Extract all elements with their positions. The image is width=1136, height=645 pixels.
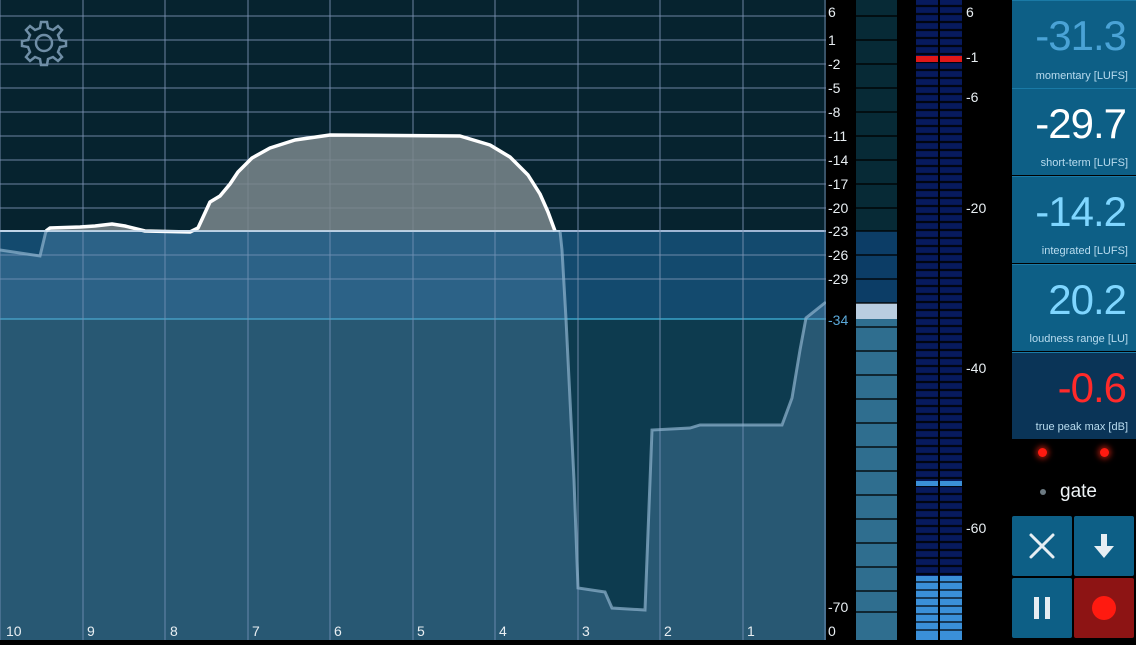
momentary-label: momentary [LUFS] <box>1035 70 1128 82</box>
x-axis-label: 6 <box>334 623 342 639</box>
gate-toggle[interactable]: gate <box>1038 480 1118 504</box>
y-axis-label: 6 <box>828 4 836 20</box>
peak-scale-label: -20 <box>966 200 987 216</box>
true-peak-meter <box>912 0 966 640</box>
x-axis-label: 9 <box>87 623 95 639</box>
record-icon <box>1092 596 1116 620</box>
y-axis-label: -14 <box>828 152 849 168</box>
true-peak-readout: -0.6 true peak max [dB] <box>1012 352 1136 439</box>
integrated-readout: -14.2 integrated [LUFS] <box>1012 176 1136 263</box>
peak-scale-label: -6 <box>966 89 979 105</box>
download-icon <box>1094 534 1114 558</box>
loudness-range-label: loudness range [LU] <box>1029 333 1128 345</box>
momentary-readout: -31.3 momentary [LUFS] <box>1012 0 1136 88</box>
peak-scale-label: 6 <box>966 4 974 20</box>
y-axis-label: -23 <box>828 223 849 239</box>
y-axis-label: -2 <box>828 56 841 72</box>
left-overload-led <box>1038 448 1047 457</box>
short-term-value: -29.7 <box>1035 100 1127 147</box>
target-level-label: -34 <box>828 312 849 328</box>
integrated-label: integrated [LUFS] <box>1041 245 1128 257</box>
clear-button[interactable] <box>1012 516 1072 576</box>
x-axis-label: 4 <box>499 623 507 639</box>
close-icon <box>1029 533 1055 559</box>
true-peak-label: true peak max [dB] <box>1035 421 1128 433</box>
y-axis-label: -5 <box>828 80 841 96</box>
integrated-value: -14.2 <box>1035 188 1127 235</box>
gate-indicator <box>1040 489 1046 495</box>
record-button[interactable] <box>1074 578 1134 638</box>
x-axis-label: 8 <box>170 623 178 639</box>
y-axis-label: -17 <box>828 176 849 192</box>
peak-scale-label: -40 <box>966 360 987 376</box>
short-term-loudness-bar <box>856 0 897 640</box>
y-axis-label: -11 <box>828 128 848 144</box>
x-axis-label: 1 <box>747 623 755 639</box>
pause-icon <box>1034 597 1050 619</box>
download-button[interactable] <box>1074 516 1134 576</box>
loudness-history-graph: 10 9 8 7 6 5 4 3 2 1 <box>0 0 827 640</box>
graph-canvas <box>0 0 827 640</box>
pause-button[interactable] <box>1012 578 1072 638</box>
gate-label: gate <box>1060 481 1097 502</box>
short-term-readout: -29.7 short-term [LUFS] <box>1012 88 1136 175</box>
y-axis-label: -29 <box>828 271 849 287</box>
momentary-value: -31.3 <box>1035 12 1127 59</box>
settings-button[interactable] <box>20 19 68 67</box>
peak-scale-label: -60 <box>966 520 987 536</box>
gear-icon <box>20 20 68 67</box>
right-overload-led <box>1100 448 1109 457</box>
y-axis-label: -20 <box>828 200 849 216</box>
loudness-scale: 6 1 -2 -5 -8 -11 -14 -17 -20 -23 -26 -29… <box>826 0 856 640</box>
x-axis-label: 10 <box>6 623 22 639</box>
true-peak-value: -0.6 <box>1057 364 1127 411</box>
y-axis-label: 0 <box>828 623 836 639</box>
x-axis-label: 3 <box>582 623 590 639</box>
x-axis-label: 2 <box>664 623 672 639</box>
short-term-label: short-term [LUFS] <box>1040 157 1128 169</box>
loudness-range-value: 20.2 <box>1048 276 1127 323</box>
peak-meter-scale: 6 -1 -6 -20 -40 -60 <box>966 0 1010 640</box>
y-axis-label: 1 <box>828 32 836 48</box>
x-axis-label: 7 <box>252 623 260 639</box>
y-axis-label: -70 <box>828 599 849 615</box>
y-axis-label: -8 <box>828 104 841 120</box>
peak-scale-label: -1 <box>966 49 979 65</box>
loudness-range-readout: 20.2 loudness range [LU] <box>1012 264 1136 351</box>
y-axis-label: -26 <box>828 247 849 263</box>
x-axis-label: 5 <box>417 623 425 639</box>
